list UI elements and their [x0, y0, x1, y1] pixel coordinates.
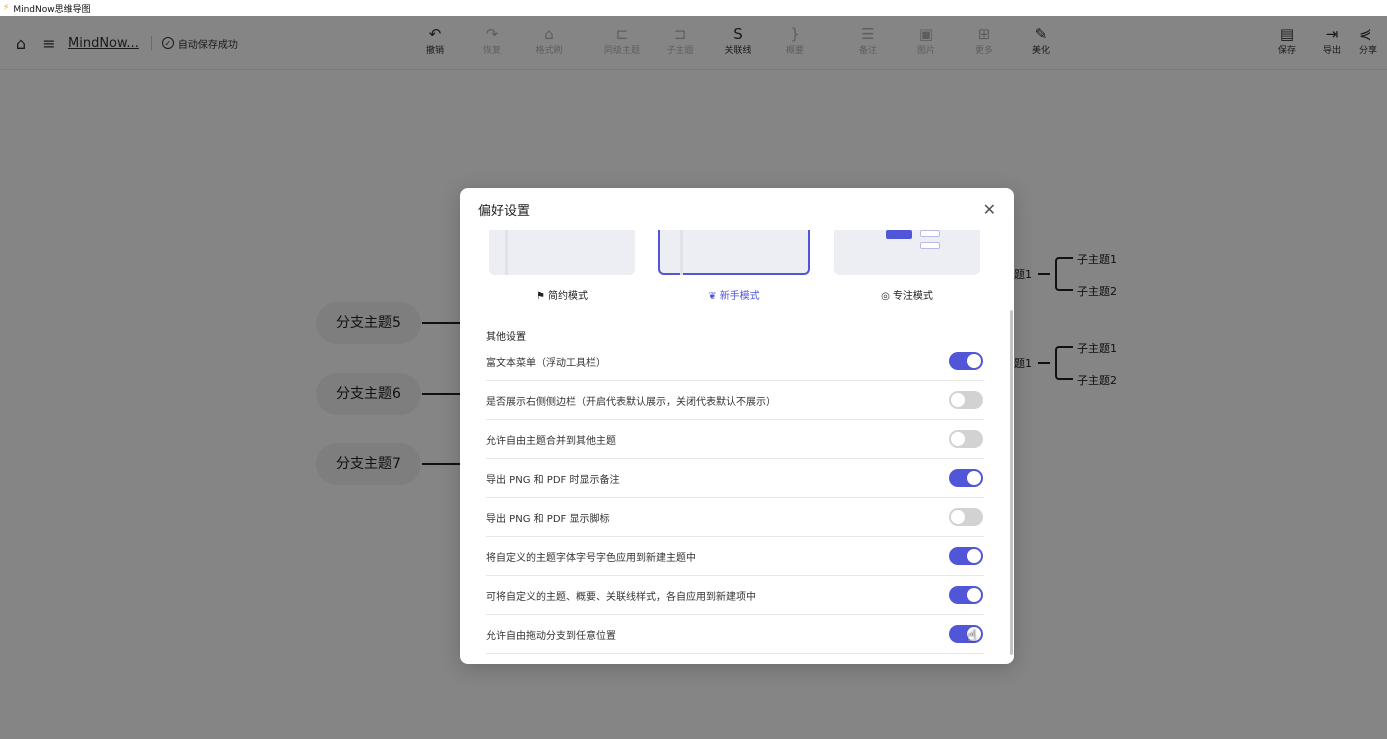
preferences-dialog: 偏好设置 ✕ ⚑ 简约模式 ❦ 新手模式 ◎ 专注模式 其他设置 富文本菜单（浮动工具…	[460, 188, 1014, 664]
mode-text: 专注模式	[892, 291, 933, 302]
toggle-knob	[967, 471, 981, 485]
mode-label-simple[interactable]: ⚑ 简约模式	[489, 287, 635, 302]
toggle-knob	[967, 588, 981, 602]
mode-label-focus[interactable]: ◎ 专注模式	[834, 287, 980, 302]
mode-text: 简约模式	[547, 291, 588, 302]
window-titlebar: ⚡ MindNow思维导图	[0, 0, 1387, 16]
setting-label: 允许自由拖动分支到任意位置	[486, 630, 616, 642]
setting-row: 允许自由主题合并到其他主题	[486, 420, 984, 459]
mode-label-beginner[interactable]: ❦ 新手模式	[661, 287, 807, 302]
preview-bar	[680, 230, 683, 275]
mode-card-beginner[interactable]	[658, 230, 810, 275]
mode-text: 新手模式	[719, 291, 760, 302]
setting-row: 导出 PNG 和 PDF 时显示备注	[486, 459, 984, 498]
apply-custom-font-toggle[interactable]	[949, 547, 983, 565]
preview-node	[920, 230, 940, 237]
setting-row: 是否展示右侧侧边栏（开启代表默认展示，关闭代表默认不展示）	[486, 381, 984, 420]
setting-row: 导出 PNG 和 PDF 显示脚标	[486, 498, 984, 537]
sprout-icon: ❦	[708, 291, 717, 302]
setting-label: 导出 PNG 和 PDF 显示脚标	[486, 513, 610, 525]
app-logo-icon: ⚡	[3, 3, 10, 13]
toggle-knob	[951, 393, 965, 407]
mode-card-focus[interactable]	[834, 230, 980, 275]
toggle-knob	[967, 549, 981, 563]
setting-label: 允许自由主题合并到其他主题	[486, 435, 616, 447]
setting-label: 导出 PNG 和 PDF 时显示备注	[486, 474, 620, 486]
dialog-title: 偏好设置	[478, 203, 531, 219]
dialog-header: 偏好设置 ✕	[460, 188, 1014, 230]
toggle-knob	[951, 432, 965, 446]
export-show-notes-toggle[interactable]	[949, 469, 983, 487]
close-icon[interactable]: ✕	[983, 200, 996, 219]
apply-custom-styles-toggle[interactable]	[949, 586, 983, 604]
right-sidebar-toggle[interactable]	[949, 391, 983, 409]
dialog-scrollbar[interactable]	[1010, 310, 1013, 655]
export-show-footnote-toggle[interactable]	[949, 508, 983, 526]
section-title-other-settings: 其他设置	[486, 332, 526, 343]
setting-row: 允许自由拖动分支到任意位置	[486, 615, 984, 654]
hand-cursor-icon: ☝	[967, 626, 977, 645]
setting-label: 富文本菜单（浮动工具栏）	[486, 357, 606, 369]
preview-central-node	[886, 230, 912, 239]
toggle-knob	[951, 510, 965, 524]
setting-label: 将自定义的主题字体字号字色应用到新建主题中	[486, 552, 696, 564]
toggle-knob	[967, 354, 981, 368]
setting-label: 可将自定义的主题、概要、关联线样式，各自应用到新建项中	[486, 591, 756, 603]
free-drag-branch-toggle[interactable]	[949, 625, 983, 643]
setting-row: 富文本菜单（浮动工具栏）	[486, 342, 984, 381]
preview-bar	[505, 230, 508, 275]
setting-row: 将自定义的主题字体字号字色应用到新建主题中	[486, 537, 984, 576]
setting-row: 可将自定义的主题、概要、关联线样式，各自应用到新建项中	[486, 576, 984, 615]
setting-label: 是否展示右侧侧边栏（开启代表默认展示，关闭代表默认不展示）	[486, 396, 776, 408]
preview-node	[920, 242, 940, 249]
app-title: MindNow思维导图	[13, 4, 91, 15]
target-icon: ◎	[881, 291, 890, 302]
rich-text-menu-toggle[interactable]	[949, 352, 983, 370]
dialog-body: ⚑ 简约模式 ❦ 新手模式 ◎ 专注模式 其他设置 富文本菜单（浮动工具栏） 是否展示…	[460, 230, 1014, 664]
flag-icon: ⚑	[536, 291, 545, 302]
free-topic-merge-toggle[interactable]	[949, 430, 983, 448]
mode-card-simple[interactable]	[489, 230, 635, 275]
